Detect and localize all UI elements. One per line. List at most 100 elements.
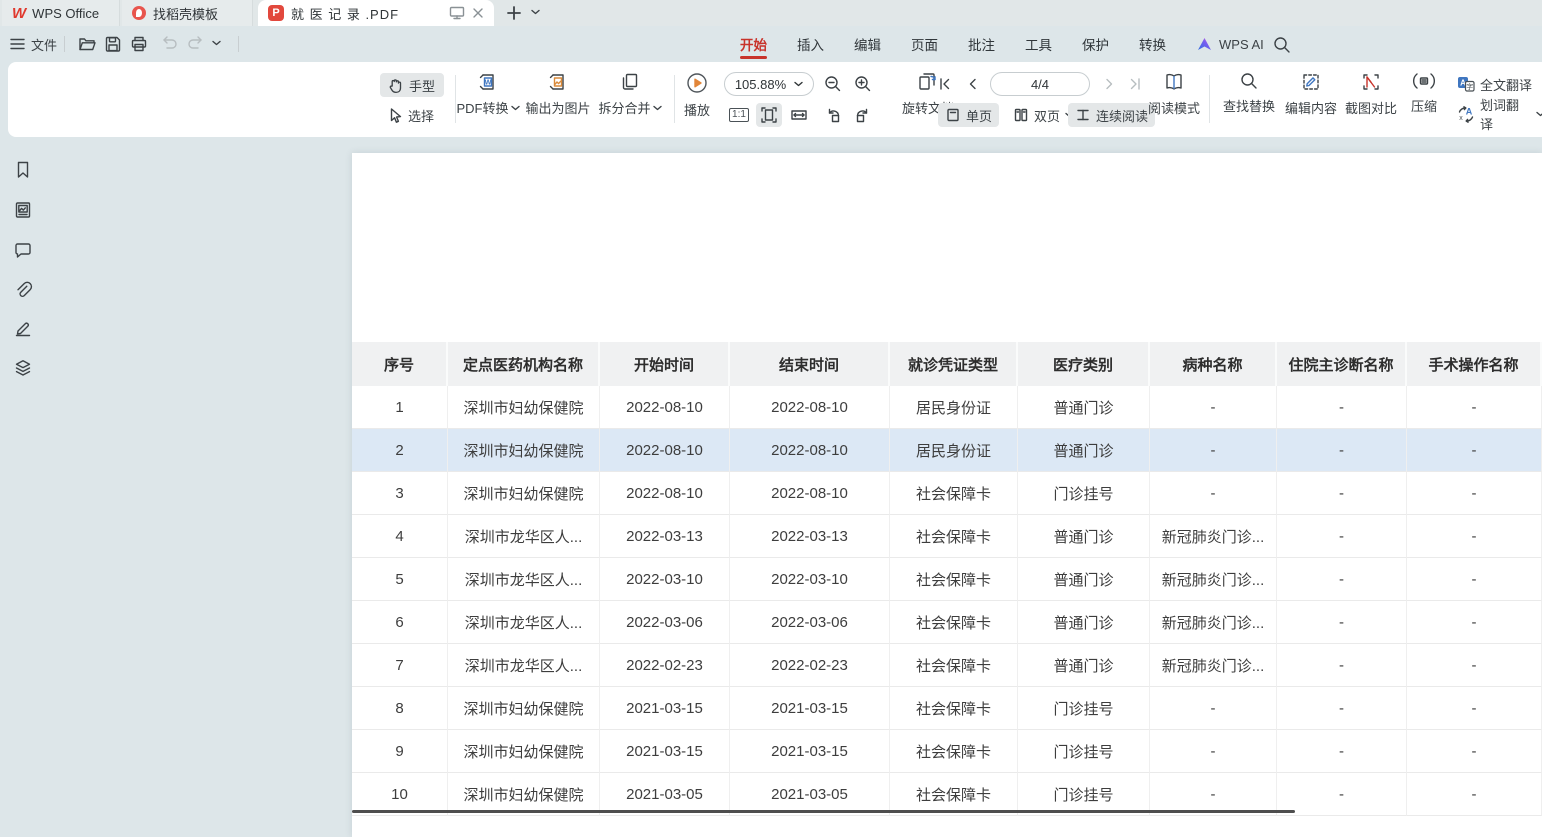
thumbnail-icon[interactable] bbox=[13, 200, 33, 220]
compress-label: 压缩 bbox=[1411, 96, 1437, 115]
double-page-icon bbox=[1013, 107, 1029, 123]
menu-tab[interactable]: 保护 bbox=[1068, 26, 1123, 62]
split-merge-button[interactable]: 拆分合并 bbox=[592, 71, 668, 117]
table-row[interactable]: 2深圳市妇幼保健院2022-08-102022-08-10居民身份证普通门诊--… bbox=[352, 429, 1542, 472]
play-button[interactable]: 播放 bbox=[670, 71, 724, 119]
actual-size-button[interactable]: 1:1 bbox=[726, 103, 752, 127]
close-icon[interactable] bbox=[472, 7, 484, 19]
pdf-convert-button[interactable]: W PDF转换 bbox=[450, 71, 526, 117]
table-cell: - bbox=[1407, 730, 1542, 773]
fit-width-button[interactable] bbox=[786, 103, 812, 127]
tab-docer[interactable]: 找稻壳模板 bbox=[122, 0, 253, 26]
print-icon[interactable] bbox=[130, 35, 148, 53]
first-page-button[interactable] bbox=[932, 72, 958, 96]
table-row[interactable]: 6深圳市龙华区人...2022-03-062022-03-06社会保障卡普通门诊… bbox=[352, 601, 1542, 644]
bookmark-icon[interactable] bbox=[13, 160, 33, 180]
monitor-icon[interactable] bbox=[449, 6, 465, 20]
tab-document[interactable]: P 就 医 记 录 .PDF bbox=[258, 0, 494, 26]
table-cell: 深圳市龙华区人... bbox=[448, 644, 600, 687]
ribbon-toolbar: 手型 选择 W PDF转换 输出为图片 拆分合并 播放 105.88% 1:1 bbox=[8, 62, 1542, 137]
menu-tab[interactable]: 批注 bbox=[954, 26, 1009, 62]
signature-icon[interactable] bbox=[13, 318, 33, 338]
single-page-button[interactable]: 单页 bbox=[938, 103, 999, 127]
undo-icon[interactable] bbox=[160, 35, 178, 51]
chevron-down-icon bbox=[1536, 111, 1542, 117]
full-translate-button[interactable]: A字 全文翻译 bbox=[1450, 72, 1539, 96]
table-cell: 5 bbox=[352, 558, 448, 601]
word-translate-button[interactable]: Ax 划词翻译 bbox=[1450, 102, 1542, 126]
select-tool-button[interactable]: 选择 bbox=[380, 103, 444, 127]
zoom-in-button[interactable] bbox=[850, 72, 876, 96]
table-row[interactable]: 5深圳市龙华区人...2022-03-102022-03-10社会保障卡普通门诊… bbox=[352, 558, 1542, 601]
rotate-right-button[interactable] bbox=[850, 103, 876, 127]
compress-button[interactable]: 压缩 bbox=[1402, 71, 1446, 115]
redo-icon[interactable] bbox=[187, 35, 205, 51]
table-cell: 2022-02-23 bbox=[730, 644, 890, 687]
comment-icon[interactable] bbox=[13, 240, 33, 260]
fit-page-button[interactable] bbox=[756, 103, 782, 127]
zoom-out-button[interactable] bbox=[820, 72, 846, 96]
table-row[interactable]: 9深圳市妇幼保健院2021-03-152021-03-15社会保障卡门诊挂号--… bbox=[352, 730, 1542, 773]
wps-ai-button[interactable]: WPS AI bbox=[1196, 26, 1264, 62]
new-tab-plus-icon[interactable] bbox=[506, 5, 522, 21]
play-icon bbox=[685, 71, 709, 95]
compress-icon bbox=[1412, 71, 1436, 91]
rotate-left-button[interactable] bbox=[820, 103, 846, 127]
find-replace-button[interactable]: 查找替换 bbox=[1214, 71, 1284, 115]
column-header: 结束时间 bbox=[730, 342, 890, 386]
table-row[interactable]: 7深圳市龙华区人...2022-02-232022-02-23社会保障卡普通门诊… bbox=[352, 644, 1542, 687]
table-cell: 7 bbox=[352, 644, 448, 687]
table-row[interactable]: 3深圳市妇幼保健院2022-08-102022-08-10社会保障卡门诊挂号--… bbox=[352, 472, 1542, 515]
export-image-button[interactable]: 输出为图片 bbox=[520, 71, 596, 117]
table-row[interactable]: 4深圳市龙华区人...2022-03-132022-03-13社会保障卡普通门诊… bbox=[352, 515, 1542, 558]
layers-icon[interactable] bbox=[13, 358, 33, 378]
menu-tab[interactable]: 转换 bbox=[1125, 26, 1180, 62]
menu-tab[interactable]: 页面 bbox=[897, 26, 952, 62]
edit-content-button[interactable]: 编辑内容 bbox=[1278, 71, 1344, 117]
menu-tab[interactable]: 工具 bbox=[1011, 26, 1066, 62]
menu-tab[interactable]: 插入 bbox=[783, 26, 838, 62]
horizontal-scrollbar[interactable] bbox=[352, 810, 1295, 813]
menu-tab[interactable]: 编辑 bbox=[840, 26, 895, 62]
open-file-icon[interactable] bbox=[78, 35, 96, 53]
table-cell: 新冠肺炎门诊... bbox=[1150, 515, 1277, 558]
page-indicator-value: 4/4 bbox=[1031, 77, 1049, 92]
zoom-out-icon bbox=[823, 74, 843, 94]
table-row[interactable]: 1深圳市妇幼保健院2022-08-102022-08-10居民身份证普通门诊--… bbox=[352, 386, 1542, 429]
more-actions-chevron-icon[interactable] bbox=[212, 40, 221, 46]
tab-wps-home[interactable]: W WPS Office bbox=[2, 0, 120, 26]
menu-search-icon[interactable] bbox=[1272, 35, 1292, 55]
tab-list-chevron-icon[interactable] bbox=[531, 9, 540, 15]
read-mode-label: 阅读模式 bbox=[1148, 98, 1200, 117]
table-row[interactable]: 8深圳市妇幼保健院2021-03-152021-03-15社会保障卡门诊挂号--… bbox=[352, 687, 1542, 730]
pdf-page: 序号定点医药机构名称开始时间结束时间就诊凭证类型医疗类别病种名称住院主诊断名称手… bbox=[352, 153, 1542, 837]
file-menu-button[interactable]: 文件 bbox=[10, 26, 57, 62]
rotate-right-icon bbox=[854, 106, 872, 124]
attachment-icon[interactable] bbox=[13, 280, 33, 300]
table-cell: 4 bbox=[352, 515, 448, 558]
table-cell: 2022-03-13 bbox=[600, 515, 730, 558]
screenshot-compare-button[interactable]: 截图对比 bbox=[1338, 71, 1404, 117]
table-cell: - bbox=[1150, 730, 1277, 773]
word-translate-icon: Ax bbox=[1457, 106, 1475, 123]
split-merge-label: 拆分合并 bbox=[598, 98, 650, 117]
hand-tool-button[interactable]: 手型 bbox=[380, 73, 444, 97]
pdf-file-icon: P bbox=[268, 5, 284, 21]
chevron-down-icon bbox=[511, 105, 520, 111]
zoom-level-select[interactable]: 105.88% bbox=[724, 72, 814, 96]
table-cell: 2022-08-10 bbox=[600, 429, 730, 472]
full-translate-icon: A字 bbox=[1457, 76, 1475, 92]
next-page-button[interactable] bbox=[1096, 72, 1122, 96]
table-cell: 2022-08-10 bbox=[600, 472, 730, 515]
save-icon[interactable] bbox=[104, 35, 122, 53]
read-mode-button[interactable]: 阅读模式 bbox=[1142, 71, 1206, 117]
table-cell: 居民身份证 bbox=[890, 429, 1018, 472]
table-cell: 深圳市妇幼保健院 bbox=[448, 730, 600, 773]
prev-page-button[interactable] bbox=[960, 72, 986, 96]
column-header: 开始时间 bbox=[600, 342, 730, 386]
screenshot-compare-icon bbox=[1360, 71, 1382, 93]
menu-tab[interactable]: 开始 bbox=[726, 26, 781, 62]
tab-docer-label: 找稻壳模板 bbox=[153, 4, 218, 23]
page-number-input[interactable]: 4/4 bbox=[990, 72, 1090, 96]
table-cell: 普通门诊 bbox=[1018, 429, 1150, 472]
